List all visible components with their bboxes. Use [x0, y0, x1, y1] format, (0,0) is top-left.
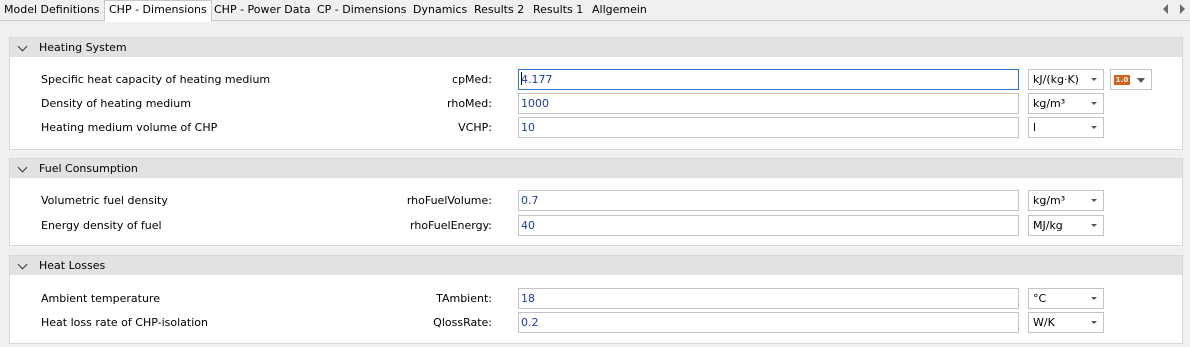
param-label: Ambient temperature: [41, 292, 160, 305]
unit-select[interactable]: MJ/kg: [1028, 215, 1104, 236]
chevron-down-icon: [1091, 102, 1097, 105]
chevron-down-icon: [1091, 199, 1097, 202]
param-label: Specific heat capacity of heating medium: [41, 73, 271, 86]
version-select[interactable]: 1.0: [1110, 69, 1152, 90]
section-title: Fuel Consumption: [39, 162, 138, 175]
tab-results-2[interactable]: Results 2: [470, 1, 528, 20]
chevron-down-icon[interactable]: [17, 162, 28, 173]
param-row: Volumetric fuel density rhoFuelVolume: 0…: [10, 190, 1182, 211]
param-name: VCHP:: [458, 121, 492, 134]
chevron-down-icon: [1091, 78, 1097, 81]
tab-model-definitions[interactable]: Model Definitions: [0, 1, 104, 20]
value-input[interactable]: 0.7: [518, 190, 1019, 211]
scroll-right-icon[interactable]: [1180, 4, 1185, 14]
tab-allgemein[interactable]: Allgemein: [588, 1, 651, 20]
unit-select[interactable]: l: [1028, 117, 1104, 138]
unit-select[interactable]: kg/m³: [1028, 190, 1104, 211]
unit-select[interactable]: kJ/(kg·K): [1028, 69, 1104, 90]
value-input[interactable]: 0.2: [518, 312, 1019, 333]
chevron-down-icon: [1091, 297, 1097, 300]
tab-cp-dimensions[interactable]: CP - Dimensions: [313, 1, 410, 20]
param-row: Heat loss rate of CHP-isolation QlossRat…: [10, 312, 1182, 333]
version-badge-icon: 1.0: [1114, 75, 1130, 85]
param-row: Energy density of fuel rhoFuelEnergy: 40…: [10, 215, 1182, 236]
tab-chp-dimensions[interactable]: CHP - Dimensions: [104, 0, 212, 22]
value-input[interactable]: 18: [518, 288, 1019, 309]
section-heat-losses: Heat Losses Ambient temperature TAmbient…: [9, 255, 1183, 344]
param-label: Heat loss rate of CHP-isolation: [41, 316, 208, 329]
value-input[interactable]: 40: [518, 215, 1019, 236]
param-name: rhoFuelEnergy:: [410, 219, 492, 232]
chevron-down-icon: [1091, 224, 1097, 227]
param-row: Density of heating medium rhoMed: 1000 k…: [10, 93, 1182, 114]
param-label: Volumetric fuel density: [41, 194, 168, 207]
chevron-down-icon[interactable]: [17, 259, 28, 270]
chevron-down-icon: [1091, 126, 1097, 129]
section-fuel-consumption: Fuel Consumption Volumetric fuel density…: [9, 158, 1183, 246]
chevron-down-icon: [1091, 321, 1097, 324]
chevron-down-icon: [1137, 78, 1145, 83]
value-input[interactable]: 1000: [518, 93, 1019, 114]
section-header[interactable]: Heat Losses: [10, 256, 1182, 275]
unit-select[interactable]: °C: [1028, 288, 1104, 309]
section-title: Heat Losses: [39, 259, 106, 272]
param-name: rhoFuelVolume:: [406, 194, 492, 207]
tab-results-1[interactable]: Results 1: [529, 1, 587, 20]
unit-select[interactable]: W/K: [1028, 312, 1104, 333]
value-input[interactable]: 4.177: [518, 69, 1019, 90]
param-name: cpMed:: [452, 73, 492, 86]
section-header[interactable]: Heating System: [10, 38, 1182, 57]
section-heating-system: Heating System Specific heat capacity of…: [9, 37, 1183, 150]
section-title: Heating System: [39, 41, 127, 54]
param-row: Specific heat capacity of heating medium…: [10, 69, 1182, 90]
tab-chp-power-data[interactable]: CHP - Power Data: [210, 1, 315, 20]
chevron-down-icon[interactable]: [17, 41, 28, 52]
param-label: Energy density of fuel: [41, 219, 162, 232]
param-name: rhoMed:: [447, 97, 492, 110]
section-header[interactable]: Fuel Consumption: [10, 159, 1182, 178]
param-label: Density of heating medium: [41, 97, 191, 110]
param-row: Ambient temperature TAmbient: 18 °C: [10, 288, 1182, 309]
param-name: QlossRate:: [433, 316, 492, 329]
tab-dynamics[interactable]: Dynamics: [409, 1, 471, 20]
unit-select[interactable]: kg/m³: [1028, 93, 1104, 114]
param-row: Heating medium volume of CHP VCHP: 10 l: [10, 117, 1182, 138]
value-input[interactable]: 10: [518, 117, 1019, 138]
param-label: Heating medium volume of CHP: [41, 121, 218, 134]
param-name: TAmbient:: [436, 292, 492, 305]
tab-bar: Model Definitions CHP - Dimensions CHP -…: [0, 0, 1190, 22]
scroll-left-icon[interactable]: [1163, 4, 1168, 14]
